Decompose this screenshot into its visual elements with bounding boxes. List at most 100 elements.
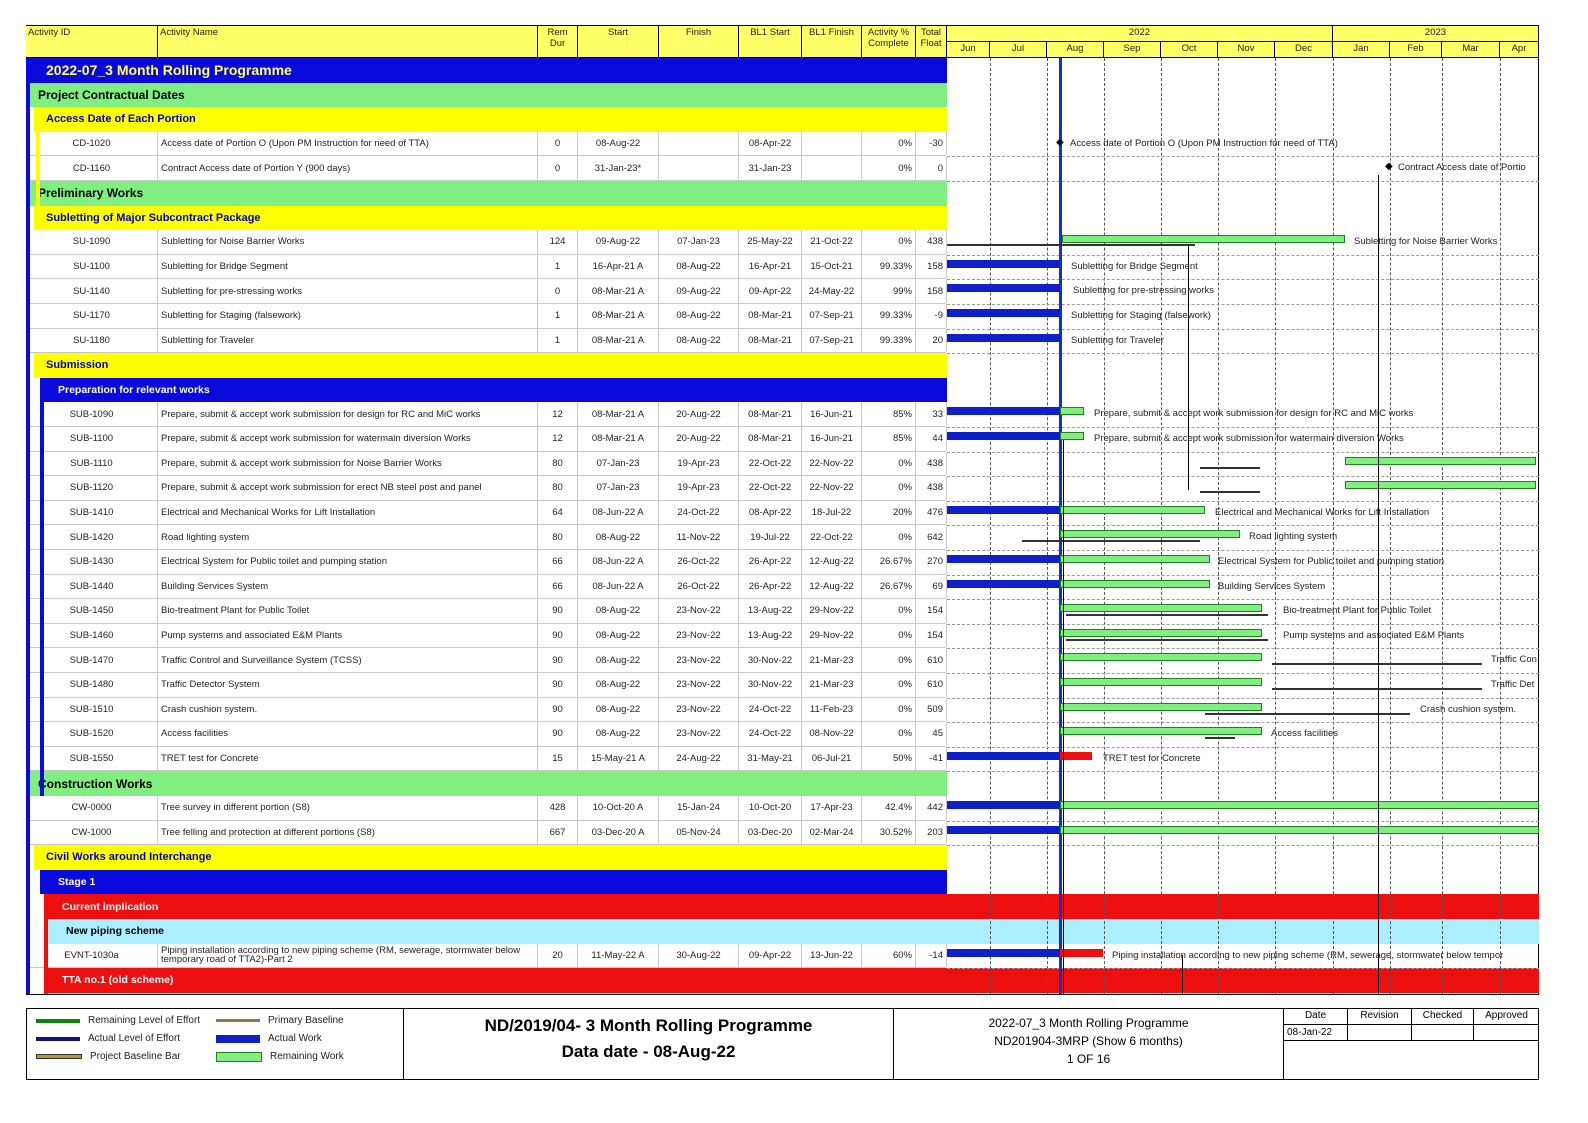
wbs-band[interactable]: Subletting of Major Subcontract Package <box>34 205 947 231</box>
col-pct-complete[interactable]: Activity % Complete <box>862 26 916 58</box>
remaining-work-bar[interactable] <box>1060 505 1205 514</box>
activity-row[interactable]: SUB-1430 Electrical System for Public toi… <box>26 550 947 575</box>
cell-rem: 80 <box>538 476 578 500</box>
baseline-bar[interactable] <box>947 244 1195 247</box>
activity-row[interactable]: SUB-1110 Prepare, submit & accept work su… <box>26 451 947 477</box>
actual-work-bar[interactable] <box>947 825 1060 834</box>
critical-work-bar[interactable] <box>1060 948 1103 957</box>
actual-work-bar[interactable] <box>947 505 1060 514</box>
wbs-band[interactable]: Current implication <box>44 894 947 919</box>
remaining-work-bar[interactable] <box>1060 530 1240 539</box>
activity-row[interactable]: CW-0000 Tree survey in different portion … <box>26 796 947 821</box>
actual-work-bar[interactable] <box>947 259 1060 268</box>
wbs-band[interactable]: Civil Works around Interchange <box>34 845 947 870</box>
activity-row[interactable]: SUB-1510 Crash cushion system. 90 08-Aug-22… <box>26 697 947 723</box>
remaining-work-bar[interactable] <box>1060 555 1210 563</box>
col-start[interactable]: Start <box>578 26 659 58</box>
activity-row[interactable]: SUB-1480 Traffic Detector System 90 08-Aug-… <box>26 673 947 698</box>
wbs-band[interactable]: Stage 1 <box>40 869 947 895</box>
remaining-work-bar[interactable] <box>1060 579 1210 588</box>
actual-work-bar[interactable] <box>947 751 1060 760</box>
activity-row[interactable]: SU-1170 Subletting for Staging (falsework… <box>26 304 947 329</box>
activity-row[interactable]: SUB-1090 Prepare, submit & accept work su… <box>26 402 947 427</box>
activity-row[interactable]: SU-1140 Subletting for pre-stressing work… <box>26 279 947 304</box>
activity-row[interactable]: SUB-1420 Road lighting system 80 08-Aug-22 1… <box>26 525 947 550</box>
activity-row[interactable]: SUB-1520 Access facilities 90 08-Aug-22 23-N… <box>26 722 947 747</box>
cell-pct: 99.33% <box>862 304 916 328</box>
remaining-work-bar[interactable] <box>1060 825 1539 834</box>
actual-work-bar[interactable] <box>947 948 1060 957</box>
wbs-band[interactable]: New piping scheme <box>48 919 947 944</box>
remaining-work-bar[interactable] <box>1060 604 1262 613</box>
wbs-band[interactable]: Submission <box>34 353 947 378</box>
activity-row[interactable]: SU-1090 Subletting for Noise Barrier Work… <box>26 230 947 255</box>
cell-finish: 08-Aug-22 <box>659 304 739 328</box>
activity-row[interactable]: SUB-1450 Bio-treatment Plant for Public T… <box>26 599 947 624</box>
baseline-bar[interactable] <box>1272 688 1482 690</box>
activity-row[interactable]: SUB-1460 Pump systems and associated E&M … <box>26 623 947 649</box>
activity-row[interactable]: CD-1020 Access date of Portion O (Upon PM… <box>26 131 947 157</box>
remaining-work-bar[interactable] <box>1060 628 1262 637</box>
wbs-band[interactable]: Construction Works <box>26 771 947 796</box>
activity-row[interactable]: SUB-1470 Traffic Control and Surveillance… <box>26 648 947 673</box>
remaining-work-bar[interactable] <box>1060 801 1539 809</box>
cell-float: -14 <box>916 943 947 968</box>
milestone-diamond-icon[interactable]: ◆ <box>1056 137 1064 148</box>
wbs-band[interactable]: Access Date of Each Portion <box>34 107 947 132</box>
cell-rem: 1 <box>538 254 578 279</box>
activity-row[interactable]: SUB-1440 Building Services System 66 08-Jun… <box>26 574 947 600</box>
activity-row[interactable]: CW-1000 Tree felling and protection at di… <box>26 820 947 846</box>
remaining-work-bar[interactable] <box>1060 407 1084 416</box>
baseline-bar[interactable] <box>1200 466 1260 469</box>
wbs-band[interactable]: 2022-07_3 Month Rolling Programme <box>26 58 947 83</box>
remaining-work-bar[interactable] <box>1060 678 1262 686</box>
cell-pct: 85% <box>862 427 916 451</box>
actual-work-bar[interactable] <box>947 432 1060 440</box>
activity-row[interactable]: EVNT-1030a Piping installation according … <box>26 943 947 969</box>
activity-row[interactable]: SUB-1120 Prepare, submit & accept work su… <box>26 476 947 501</box>
col-bl1-start[interactable]: BL1 Start <box>739 26 802 58</box>
wbs-band[interactable]: Project Contractual Dates <box>26 82 947 108</box>
col-activity-id[interactable]: Activity ID <box>26 26 158 58</box>
remaining-work-bar[interactable] <box>1345 456 1536 465</box>
wbs-band[interactable]: Preparation for relevant works <box>40 377 947 403</box>
remaining-work-bar[interactable] <box>1060 727 1262 736</box>
col-total-float[interactable]: Total Float <box>916 26 947 58</box>
remaining-work-bar[interactable] <box>1345 481 1536 490</box>
activity-row[interactable]: SUB-1550 TRET test for Concrete 15 15-May-2… <box>26 746 947 772</box>
col-finish[interactable]: Finish <box>659 26 739 58</box>
baseline-bar[interactable] <box>1200 491 1260 494</box>
col-bl1-finish[interactable]: BL1 Finish <box>802 26 862 58</box>
actual-work-bar[interactable] <box>947 309 1060 317</box>
activity-row[interactable]: SU-1180 Subletting for Traveler 1 08-Mar-21… <box>26 328 947 354</box>
actual-work-bar[interactable] <box>947 284 1060 293</box>
remaining-work-bar[interactable] <box>1060 653 1262 662</box>
actual-work-bar[interactable] <box>947 579 1060 588</box>
baseline-bar[interactable] <box>1066 614 1268 617</box>
actual-work-bar[interactable] <box>947 333 1060 342</box>
milestone-diamond-icon[interactable]: ◆ <box>1385 162 1393 172</box>
remaining-work-bar[interactable] <box>1062 235 1345 244</box>
activity-row[interactable]: CD-1160 Contract Access date of Portion Y… <box>26 156 947 181</box>
critical-work-bar[interactable] <box>1060 751 1092 760</box>
wbs-band[interactable]: Preliminary Works <box>26 181 947 206</box>
cell-bl-finish <box>802 131 862 156</box>
baseline-bar[interactable] <box>1272 663 1482 666</box>
actual-work-bar[interactable] <box>947 801 1060 809</box>
remaining-work-bar[interactable] <box>1060 702 1262 711</box>
actual-work-bar[interactable] <box>947 407 1060 416</box>
baseline-bar[interactable] <box>1205 712 1410 715</box>
baseline-bar[interactable] <box>1022 540 1200 543</box>
baseline-bar[interactable] <box>1066 638 1268 641</box>
baseline-bar[interactable] <box>1205 737 1235 740</box>
remaining-work-bar[interactable] <box>1060 432 1084 440</box>
cell-name: Electrical System for Public toilet and … <box>158 550 538 574</box>
activity-row[interactable]: SUB-1410 Electrical and Mechanical Works … <box>26 500 947 526</box>
activity-row[interactable]: SU-1100 Subletting for Bridge Segment 1 16-… <box>26 254 947 280</box>
activity-row[interactable]: SUB-1100 Prepare, submit & accept work su… <box>26 427 947 452</box>
month-sep: Sep <box>1104 42 1161 58</box>
col-rem-dur[interactable]: Rem Dur <box>538 26 578 58</box>
col-activity-name[interactable]: Activity Name <box>158 26 538 58</box>
actual-work-bar[interactable] <box>947 555 1060 563</box>
wbs-band[interactable]: TTA no.1 (old scheme) <box>44 968 947 993</box>
